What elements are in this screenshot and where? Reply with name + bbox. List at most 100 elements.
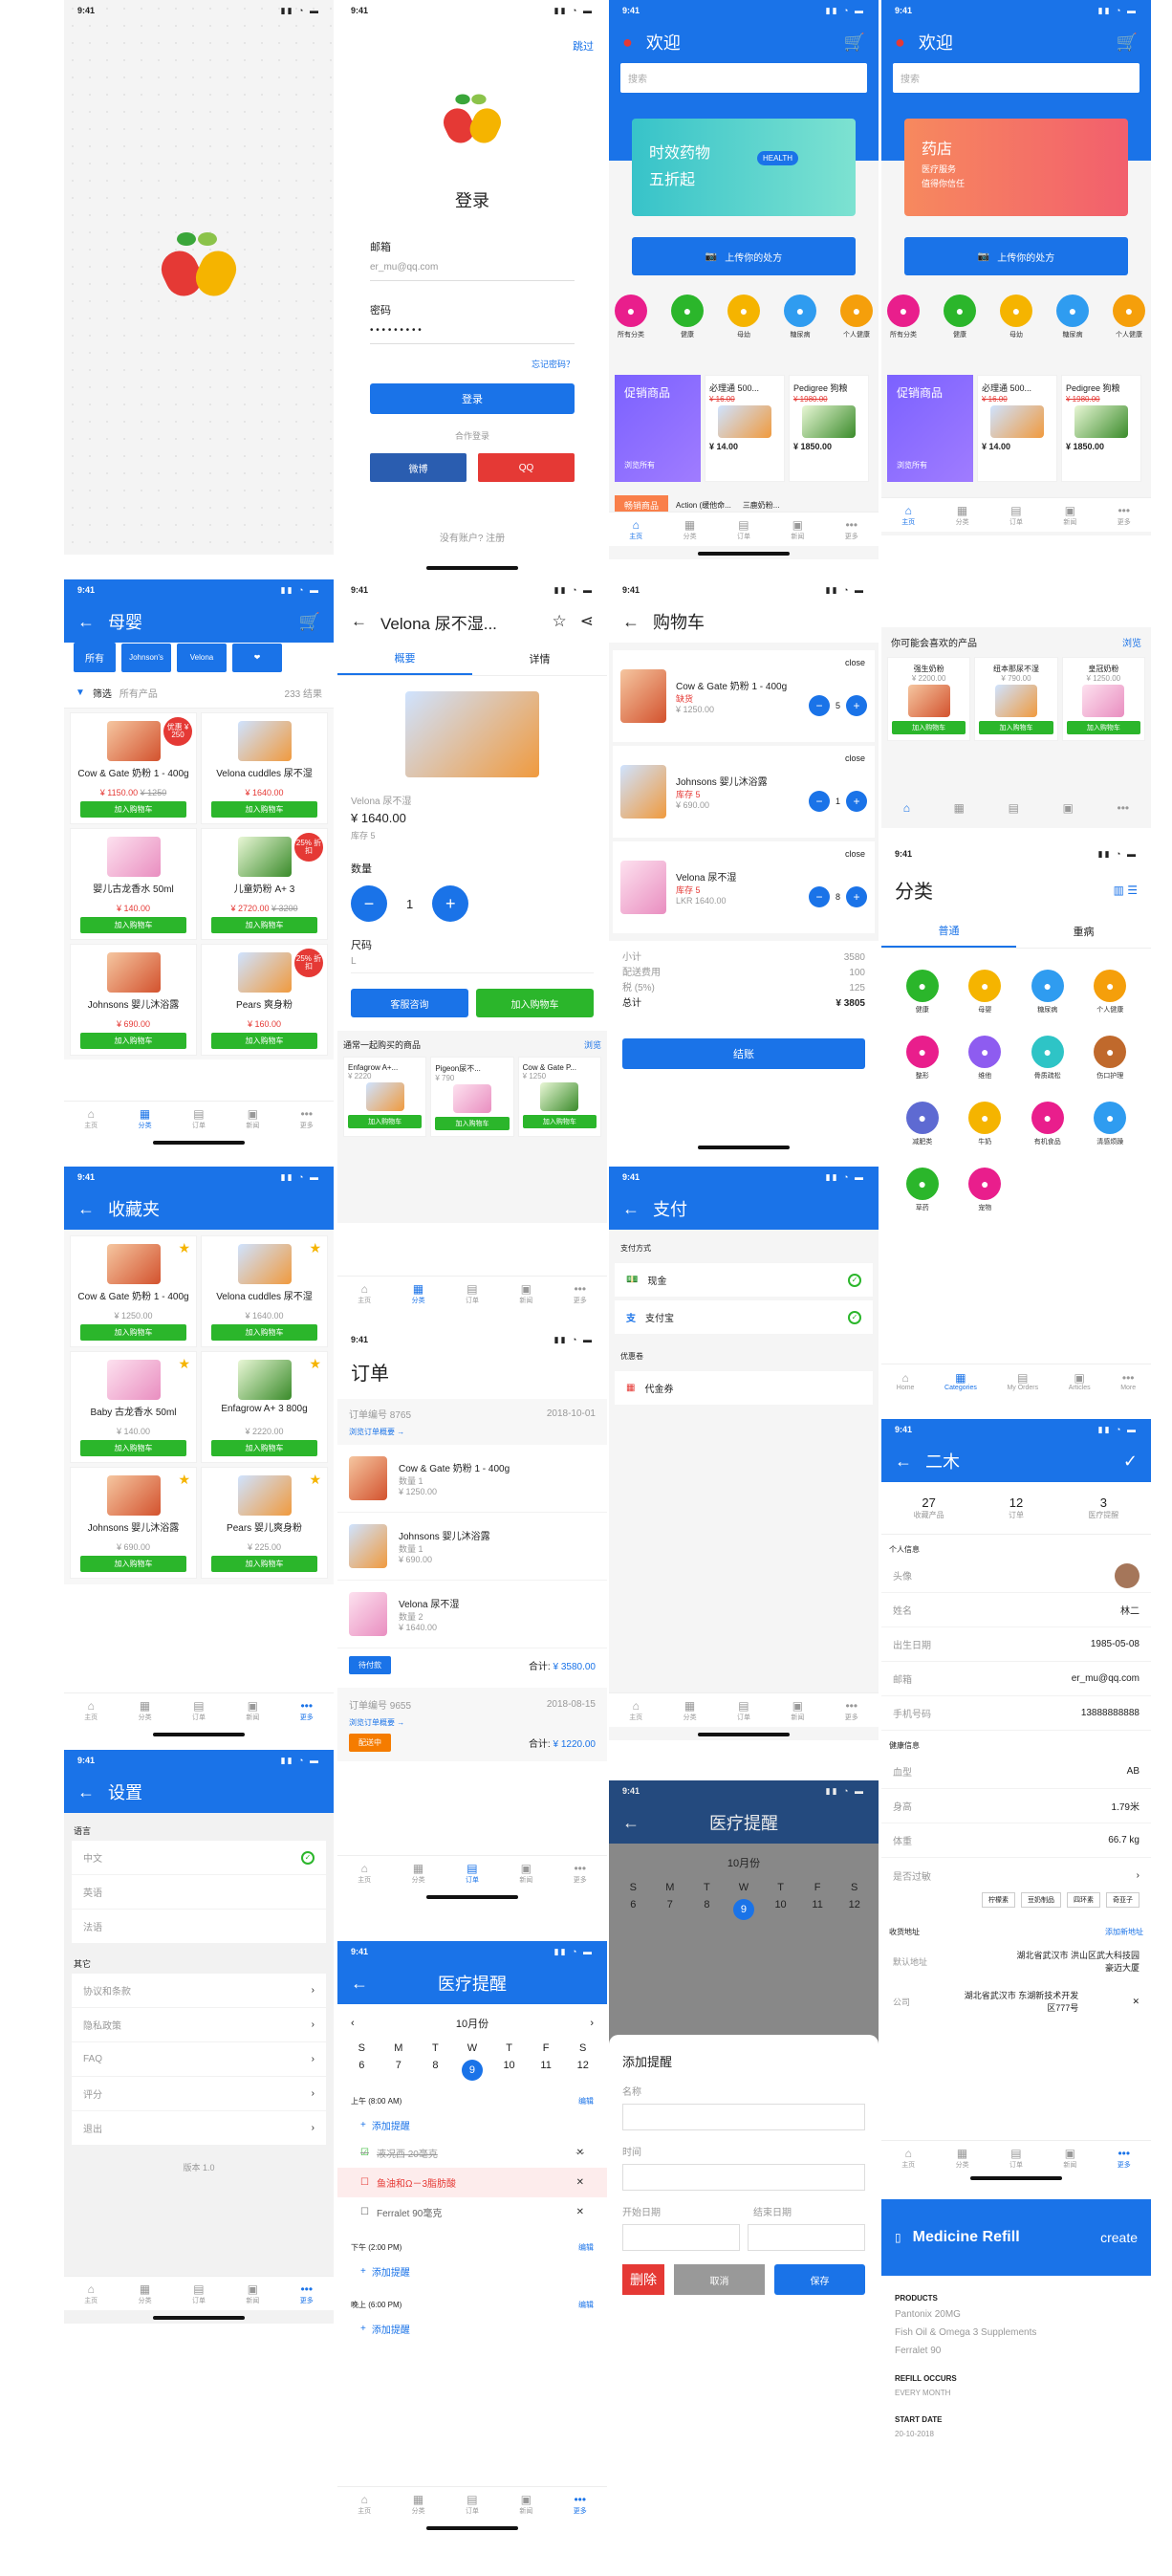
back-icon[interactable]: ← [77,1199,95,1219]
date-cell[interactable]: 10 [490,2060,528,2081]
remove-button[interactable]: close [845,849,865,859]
back-icon[interactable]: ← [622,1199,640,1219]
date-cell[interactable]: 11 [799,1899,836,1920]
add-to-cart-button[interactable]: 加入购物车 [476,989,594,1017]
category-item[interactable]: ● 母婴 [954,970,1017,1015]
tab-news[interactable]: ▣ 新闻 [791,1699,804,1722]
favorite-card[interactable]: ★ Pears 婴儿爽身粉 ¥ 225.00 加入购物车 [201,1467,328,1579]
view-order-link[interactable]: 浏览订单概要 → [349,1717,596,1728]
coupon-option[interactable]: ▦ 代金券 [615,1371,873,1405]
search-input[interactable]: 搜索 [620,63,867,93]
cart-icon[interactable]: 🛒 [1117,33,1138,53]
star-icon[interactable]: ★ [178,1240,190,1256]
back-icon[interactable]: ← [77,1782,95,1802]
settings-item[interactable]: 退出 › [72,2111,326,2146]
tab-orders[interactable]: ▤ My Orders [1007,1371,1038,1391]
order-item[interactable]: Velona 尿不湿 数量 2 ¥ 1640.00 [337,1581,607,1648]
tab-home[interactable]: ⌂ 主页 [901,504,915,527]
tab-categories[interactable]: ▦ 分类 [412,1282,425,1305]
decrease-button[interactable]: − [808,791,830,812]
favorite-card[interactable]: ★ Velona cuddles 尿不湿 ¥ 1640.00 加入购物车 [201,1235,328,1347]
category-item[interactable]: ● 糖尿病 [1016,970,1079,1015]
tab-orders[interactable]: ▤ 订单 [192,1107,206,1130]
category-shortcut[interactable]: ● 母幼 [1000,295,1032,339]
related-product-card[interactable]: Cow & Gate P... ¥ 1250 加入购物车 [517,1057,601,1137]
product-card[interactable]: 优惠 ¥ 250 Cow & Gate 奶粉 1 - 400g ¥ 1150.0… [70,712,197,824]
service-button[interactable]: 客服咨询 [351,989,468,1017]
category-item[interactable]: ● 整形 [891,1036,954,1081]
cancel-button[interactable]: 取消 [674,2264,765,2295]
category-shortcut[interactable]: ● 所有分类 [615,295,647,339]
back-icon[interactable]: ← [351,1974,368,1994]
promo-banner[interactable]: 药店 医疗服务 值得你信任 [904,119,1128,216]
skip-link[interactable]: 跳过 [573,38,594,54]
tab-news[interactable]: ▣ 新闻 [246,1699,259,1722]
add-to-cart-button[interactable]: 加入购物车 [80,801,186,818]
brand-tab-johnsons[interactable]: Johnson's [121,643,171,672]
size-value[interactable]: L [351,956,594,973]
tab-news[interactable]: ▣ 新闻 [246,2282,259,2305]
category-shortcut[interactable]: ● 糖尿病 [784,295,816,339]
tab-news[interactable]: ▣ 新闻 [519,2493,532,2516]
category-shortcut[interactable]: ● 糖尿病 [1056,295,1089,339]
more-tab-icon[interactable]: ••• [1118,801,1130,815]
edit-link[interactable]: 编辑 [578,2242,594,2253]
tab-orders[interactable]: ▤ 订单 [737,1699,750,1722]
register-link[interactable]: 没有账户? 注册 [370,530,575,544]
tab-categories[interactable]: ▦ 分类 [684,1699,697,1722]
dob-row[interactable]: 出生日期 1985-05-08 [881,1627,1151,1662]
add-to-cart-button[interactable]: 加入购物车 [80,1033,186,1049]
back-icon[interactable]: ← [895,1452,912,1472]
tab-news[interactable]: ▣ Articles [1069,1371,1091,1391]
tab-news[interactable]: ▣ 新闻 [246,1107,259,1130]
tab-categories[interactable]: ▦ 分类 [412,2493,425,2516]
stat-reminders[interactable]: 3 医疗提醒 [1088,1495,1118,1520]
remove-button[interactable]: close [845,753,865,763]
add-to-cart-button[interactable]: 加入购物车 [522,1115,597,1128]
bestseller-item[interactable]: 三鹿奶粉... [743,500,780,511]
cart-item[interactable]: Johnsons 婴儿沐浴露 库存 5 ¥ 690.00 close −1 + [613,746,875,838]
category-item[interactable]: ● 个人健康 [1079,970,1142,1015]
add-to-cart-button[interactable]: 加入购物车 [979,721,1053,734]
tab-orders[interactable]: ▤ 订单 [192,2282,206,2305]
date-cell[interactable]: 12 [836,1899,873,1920]
tab-more[interactable]: ••• 更多 [300,2282,314,2305]
end-date-input[interactable] [748,2224,865,2251]
decrease-button[interactable]: − [351,885,387,922]
back-icon[interactable]: ← [77,612,95,632]
time-input[interactable] [622,2164,865,2191]
tab-home[interactable]: ⌂ 主页 [84,1107,98,1130]
edit-link[interactable]: 编辑 [578,2300,594,2310]
star-icon[interactable]: ★ [178,1356,190,1372]
tab-orders[interactable]: ▤ 订单 [466,1862,479,1885]
save-button[interactable]: 保存 [774,2264,865,2295]
tab-more[interactable]: ••• 更多 [300,1107,314,1130]
date-cell[interactable]: 6 [343,2060,380,2081]
add-to-cart-button[interactable]: 加入购物车 [1066,721,1140,734]
tab-more[interactable]: ••• 更多 [300,1699,314,1722]
tab-categories[interactable]: ▦ Categories [944,1371,977,1391]
settings-item[interactable]: 评分 › [72,2077,326,2111]
qq-button[interactable]: QQ [478,453,575,482]
brand-tab-other[interactable]: ❤ [232,643,282,672]
add-to-cart-button[interactable]: 加入购物车 [211,1556,317,1572]
tab-home[interactable]: ⌂ 主页 [629,1699,642,1722]
order-item[interactable]: Cow & Gate 奶粉 1 - 400g 数量 1 ¥ 1250.00 [337,1445,607,1513]
product-card[interactable]: Johnsons 婴儿沐浴露 ¥ 690.00 加入购物车 [70,944,197,1056]
alipay-option[interactable]: 支支付宝 ✓ [615,1300,873,1334]
language-option[interactable]: 中文 ✓ [72,1841,326,1875]
category-shortcut[interactable]: ● 母幼 [727,295,760,339]
reminder-item[interactable]: ☐ Ferralet 90毫克 ✕ [337,2197,607,2227]
tab-overview[interactable]: 概要 [337,643,472,675]
recommend-card[interactable]: 纽本那尿不湿 ¥ 790.00 加入购物车 [974,657,1058,741]
tab-categories[interactable]: ▦ 分类 [956,504,969,527]
tab-news[interactable]: ▣ 新闻 [1063,2147,1076,2170]
favorite-card[interactable]: ★ Baby 古龙香水 50ml ¥ 140.00 加入购物车 [70,1351,197,1463]
cart-icon[interactable]: 🛒 [844,33,865,53]
weight-row[interactable]: 体重 66.7 kg [881,1823,1151,1858]
promo-banner[interactable]: 时效药物 五折起 HEALTH [632,119,856,216]
category-shortcut[interactable]: ● 健康 [671,295,704,339]
category-shortcut[interactable]: ● 个人健康 [840,295,873,339]
back-icon[interactable]: ← [622,612,640,632]
promo-card[interactable]: 促销商品 浏览所有 [887,375,973,482]
